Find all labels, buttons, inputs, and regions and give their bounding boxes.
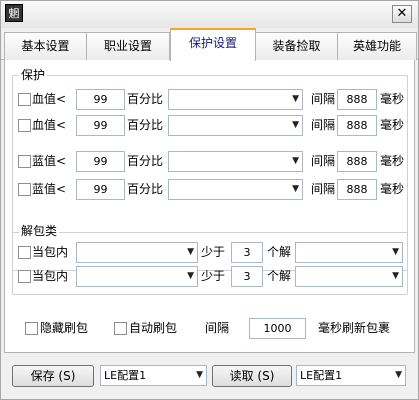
refresh-interval-input[interactable]: 1000 bbox=[249, 318, 306, 339]
chevron-down-icon: ▼ bbox=[292, 120, 299, 130]
unpack-checkbox-2[interactable] bbox=[18, 270, 31, 283]
protect-group-title: 保护 bbox=[19, 66, 48, 83]
chevron-down-icon: ▼ bbox=[196, 370, 203, 380]
app-icon: 魍 bbox=[5, 4, 23, 22]
title-bar: 魍 ✕ bbox=[1, 1, 418, 28]
read-config-select[interactable]: LE配置1 ▼ bbox=[296, 365, 406, 386]
tab-basic-settings[interactable]: 基本设置 bbox=[4, 32, 87, 60]
hp-threshold-input-1[interactable]: 99 bbox=[76, 89, 125, 110]
mp-protect-checkbox-1[interactable] bbox=[18, 155, 31, 168]
interval-label-3: 间隔 bbox=[311, 154, 336, 168]
close-button[interactable]: ✕ bbox=[392, 5, 412, 23]
hp-protect-checkbox-1[interactable] bbox=[18, 93, 31, 106]
tab-hero-functions[interactable]: 英雄功能 bbox=[337, 32, 417, 60]
unpack-group-title: 解包类 bbox=[19, 222, 60, 239]
chevron-down-icon: ▼ bbox=[292, 156, 299, 166]
unpack-target-select-1[interactable]: ▼ bbox=[295, 242, 403, 263]
less-than-label-2: 少于 bbox=[201, 269, 226, 283]
unpack-count-input-2[interactable]: 3 bbox=[231, 266, 263, 287]
hp-item-select-2[interactable]: ▼ bbox=[168, 115, 303, 136]
refresh-suffix-label: 毫秒刷新包裹 bbox=[318, 321, 391, 335]
unpack-target-select-2[interactable]: ▼ bbox=[295, 266, 403, 287]
refresh-interval-label: 间隔 bbox=[205, 321, 230, 335]
mp-label-1: 蓝值< bbox=[32, 154, 67, 168]
hp-item-select-1[interactable]: ▼ bbox=[168, 89, 303, 110]
interval-label-4: 间隔 bbox=[311, 182, 336, 196]
less-than-label-1: 少于 bbox=[201, 245, 226, 259]
save-button[interactable]: 保存 (S) bbox=[12, 365, 94, 387]
unpack-count-input-1[interactable]: 3 bbox=[231, 242, 263, 263]
unpack-item-select-1[interactable]: ▼ bbox=[76, 242, 198, 263]
chevron-down-icon: ▼ bbox=[392, 247, 399, 257]
tab-equipment-pickup[interactable]: 装备捡取 bbox=[255, 32, 338, 60]
chevron-down-icon: ▼ bbox=[187, 271, 194, 281]
mp-interval-input-2[interactable]: 888 bbox=[337, 179, 377, 200]
chevron-down-icon: ▼ bbox=[392, 271, 399, 281]
read-config-value: LE配置1 bbox=[300, 369, 343, 382]
percent-label-3: 百分比 bbox=[127, 154, 164, 168]
hp-protect-checkbox-2[interactable] bbox=[18, 119, 31, 132]
tab-bar: 基本设置 职业设置 保护设置 装备捡取 英雄功能 bbox=[1, 28, 418, 61]
chevron-down-icon: ▼ bbox=[395, 370, 402, 380]
ms-label-3: 毫秒 bbox=[380, 154, 405, 168]
auto-refresh-label: 自动刷包 bbox=[129, 321, 178, 335]
tab-class-settings[interactable]: 职业设置 bbox=[86, 32, 170, 60]
tab-protect-settings[interactable]: 保护设置 bbox=[170, 28, 256, 61]
unpack-label-1: 当包内 bbox=[32, 245, 69, 259]
unit-label-2: 个解 bbox=[267, 269, 292, 283]
hp-interval-input-2[interactable]: 888 bbox=[337, 115, 377, 136]
mp-protect-checkbox-2[interactable] bbox=[18, 183, 31, 196]
hp-label-2: 血值< bbox=[32, 118, 67, 132]
main-window: 魍 ✕ 基本设置 职业设置 保护设置 装备捡取 英雄功能 保护 血值< 99 百… bbox=[0, 0, 419, 400]
unpack-item-select-2[interactable]: ▼ bbox=[76, 266, 198, 287]
hide-refresh-label: 隐藏刷包 bbox=[40, 321, 89, 335]
mp-label-2: 蓝值< bbox=[32, 182, 67, 196]
percent-label-2: 百分比 bbox=[127, 118, 164, 132]
percent-label-1: 百分比 bbox=[127, 92, 164, 106]
mp-threshold-input-1[interactable]: 99 bbox=[76, 151, 125, 172]
tab-panel-protect: 保护 血值< 99 百分比 ▼ 间隔 888 毫秒 血值< 99 百分比 ▼ 间… bbox=[4, 60, 415, 353]
auto-refresh-checkbox[interactable] bbox=[114, 322, 127, 335]
hide-refresh-checkbox[interactable] bbox=[25, 322, 38, 335]
hp-interval-input-1[interactable]: 888 bbox=[337, 89, 377, 110]
percent-label-4: 百分比 bbox=[127, 182, 164, 196]
mp-interval-input-1[interactable]: 888 bbox=[337, 151, 377, 172]
interval-label-2: 间隔 bbox=[311, 118, 336, 132]
ms-label-4: 毫秒 bbox=[380, 182, 405, 196]
unpack-label-2: 当包内 bbox=[32, 269, 69, 283]
save-config-value: LE配置1 bbox=[104, 369, 147, 382]
mp-item-select-1[interactable]: ▼ bbox=[168, 151, 303, 172]
unpack-checkbox-1[interactable] bbox=[18, 246, 31, 259]
hp-label-1: 血值< bbox=[32, 92, 67, 106]
ms-label-1: 毫秒 bbox=[380, 92, 405, 106]
unit-label-1: 个解 bbox=[267, 245, 292, 259]
interval-label-1: 间隔 bbox=[311, 92, 336, 106]
chevron-down-icon: ▼ bbox=[292, 184, 299, 194]
mp-threshold-input-2[interactable]: 99 bbox=[76, 179, 125, 200]
chevron-down-icon: ▼ bbox=[187, 247, 194, 257]
mp-item-select-2[interactable]: ▼ bbox=[168, 179, 303, 200]
ms-label-2: 毫秒 bbox=[380, 118, 405, 132]
read-button[interactable]: 读取 (S) bbox=[212, 365, 292, 387]
hp-threshold-input-2[interactable]: 99 bbox=[76, 115, 125, 136]
chevron-down-icon: ▼ bbox=[292, 94, 299, 104]
save-config-select[interactable]: LE配置1 ▼ bbox=[100, 365, 207, 386]
